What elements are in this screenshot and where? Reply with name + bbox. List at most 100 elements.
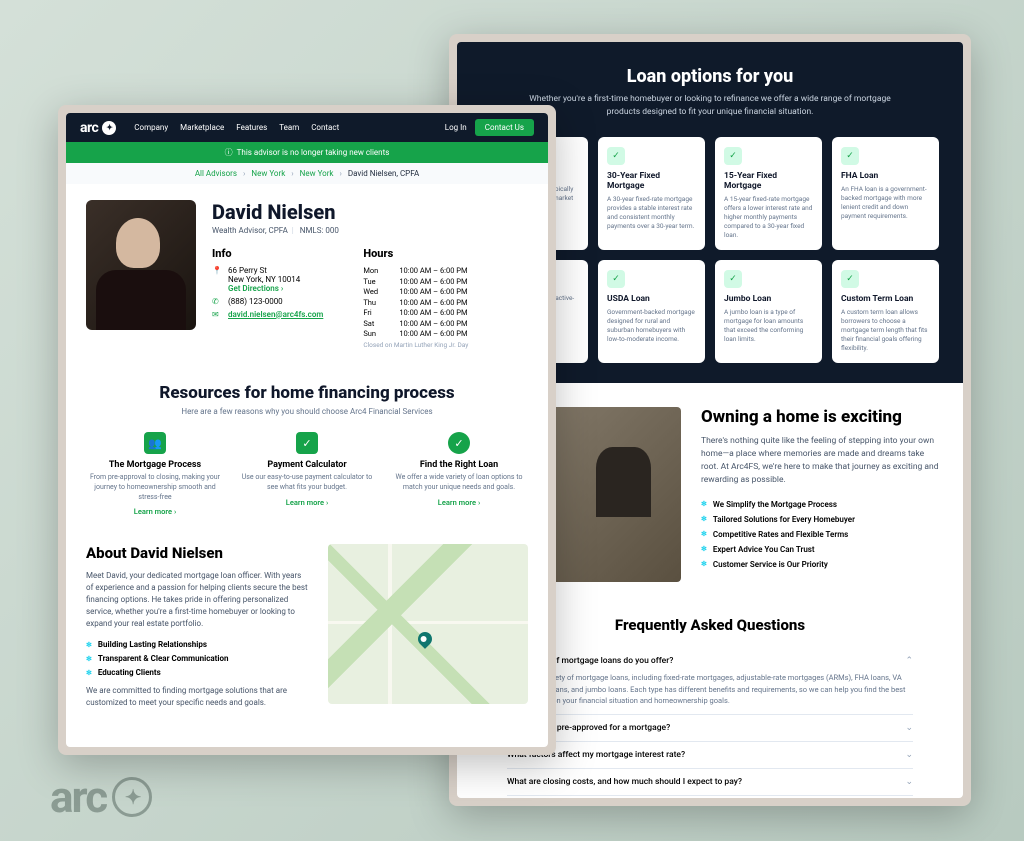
loan-card[interactable]: ✓ USDA Loan Government-backed mortgage d… [598, 260, 705, 363]
closed-note: Closed on Martin Luther King Jr. Day [363, 341, 468, 349]
nav-link[interactable]: Team [279, 123, 299, 132]
about-bullet: Transparent & Clear Communication [86, 654, 310, 663]
owning-bullet: We Simplify the Mortgage Process [701, 500, 939, 509]
loan-card-desc: A custom term loan allows borrowers to c… [841, 308, 930, 353]
resource-card-desc: From pre-approval to closing, making you… [86, 473, 224, 502]
owning-bullet: Competitive Rates and Flexible Terms [701, 530, 939, 539]
about-bullet: Building Lasting Relationships [86, 640, 310, 649]
breadcrumb-item[interactable]: New York [251, 169, 285, 178]
advisor-subtitle: Wealth Advisor, CPFA| NMLS: 000 [212, 226, 468, 235]
breadcrumb: All Advisors › New York › New York › David Nie… [66, 163, 548, 184]
faq-item[interactable]: What types of mortgage loans do you offe… [507, 648, 913, 715]
breadcrumb-item[interactable]: New York [300, 169, 334, 178]
chevron-right-icon: › [243, 169, 245, 178]
loan-card[interactable]: ✓ Jumbo Loan A jumbo loan is a type of m… [715, 260, 822, 363]
loans-title: Loan options for you [481, 66, 939, 87]
learn-more-link[interactable]: Learn more › [86, 507, 224, 516]
faq-item[interactable]: How do I get pre-approved for a mortgage… [507, 715, 913, 742]
check-icon: ✓ [607, 270, 625, 288]
hours-row: Tue10:00 AM – 6:00 PM [363, 277, 468, 286]
resources-subtitle: Here are a few reasons why you should ch… [86, 407, 528, 416]
check-icon: ✓ [841, 147, 859, 165]
info-icon: ⓘ [225, 147, 233, 158]
chevron-down-icon: ⌄ [905, 750, 913, 760]
loan-card-title: 15-Year Fixed Mortgage [724, 171, 813, 191]
location-map[interactable] [328, 544, 528, 704]
chevron-up-icon: ⌃ [905, 656, 913, 666]
loan-card[interactable]: ✓ 15-Year Fixed Mortgage A 15-year fixed… [715, 137, 822, 250]
email-link[interactable]: david.nielsen@arc4fs.com [228, 310, 323, 319]
notice-banner: ⓘ This advisor is no longer taking new c… [66, 142, 548, 163]
hours-heading: Hours [363, 247, 468, 260]
pin-icon: 📍 [212, 266, 222, 275]
owning-bullet: Customer Service is Our Priority [701, 560, 939, 569]
loan-card[interactable]: ✓ Custom Term Loan A custom term loan al… [832, 260, 939, 363]
resource-card-title: The Mortgage Process [86, 460, 224, 470]
hours-row: Sun10:00 AM – 6:00 PM [363, 329, 468, 338]
faq-title: Frequently Asked Questions [507, 616, 913, 634]
resource-icon: ✓ [448, 432, 470, 454]
nav-link[interactable]: Company [134, 123, 168, 132]
check-icon: ✓ [841, 270, 859, 288]
learn-more-link[interactable]: Learn more › [238, 498, 376, 507]
loan-card-title: Custom Term Loan [841, 294, 930, 304]
owning-body: There's nothing quite like the feeling o… [701, 435, 939, 486]
faq-item[interactable]: What factors affect my mortgage interest… [507, 742, 913, 769]
about-body: Meet David, your dedicated mortgage loan… [86, 570, 310, 630]
nav-link[interactable]: Marketplace [180, 123, 224, 132]
about-title: About David Nielsen [86, 544, 310, 562]
contact-us-button[interactable]: Contact Us [475, 119, 534, 136]
loan-card-title: 30-Year Fixed Mortgage [607, 171, 696, 191]
chevron-right-icon: › [339, 169, 341, 178]
resource-card-desc: We offer a wide variety of loan options … [390, 473, 528, 493]
advisor-name: David Nielsen [212, 200, 468, 224]
about-bullet: Educating Clients [86, 668, 310, 677]
check-icon: ✓ [607, 147, 625, 165]
resource-card-title: Find the Right Loan [390, 460, 528, 470]
check-icon: ✓ [724, 147, 742, 165]
loan-card-desc: A 30-year fixed-rate mortgage provides a… [607, 195, 696, 231]
loan-card-desc: A 15-year fixed-rate mortgage offers a l… [724, 195, 813, 240]
resource-card: 👥 The Mortgage Process From pre-approval… [86, 432, 224, 516]
nav-link[interactable]: Contact [311, 123, 339, 132]
resource-icon: 👥 [144, 432, 166, 454]
hours-row: Sat10:00 AM – 6:00 PM [363, 319, 468, 328]
faq-question: What are closing costs, and how much sho… [507, 777, 742, 787]
loan-card-title: Jumbo Loan [724, 294, 813, 304]
resource-card: ✓ Payment Calculator Use our easy-to-use… [238, 432, 376, 516]
breadcrumb-item[interactable]: All Advisors [195, 169, 237, 178]
learn-more-link[interactable]: Learn more › [390, 498, 528, 507]
address-line2: New York, NY 10014 [228, 275, 300, 284]
hours-row: Wed10:00 AM – 6:00 PM [363, 287, 468, 296]
top-nav: arc✦ Company Marketplace Features Team Conta… [66, 113, 548, 142]
loan-card[interactable]: ✓ FHA Loan An FHA loan is a government-b… [832, 137, 939, 250]
loan-card-desc: An FHA loan is a government-backed mortg… [841, 185, 930, 221]
address-line1: 66 Perry St [228, 266, 300, 275]
phone-number[interactable]: (888) 123-0000 [228, 297, 283, 306]
chevron-right-icon: › [291, 169, 293, 178]
faq-item[interactable]: What are closing costs, and how much sho… [507, 769, 913, 796]
login-link[interactable]: Log In [445, 123, 467, 132]
get-directions-link[interactable]: Get Directions › [228, 284, 300, 293]
chevron-down-icon: ⌄ [905, 723, 913, 733]
map-pin-icon [415, 629, 435, 649]
resources-title: Resources for home financing process [86, 383, 528, 403]
loan-card-title: FHA Loan [841, 171, 930, 181]
loans-subtitle: Whether you're a first-time homebuyer or… [520, 93, 900, 119]
loan-card-desc: Government-backed mortgage designed for … [607, 308, 696, 344]
chevron-down-icon: ⌄ [905, 777, 913, 787]
loan-card[interactable]: ✓ 30-Year Fixed Mortgage A 30-year fixed… [598, 137, 705, 250]
nav-link[interactable]: Features [236, 123, 267, 132]
nav-links: Company Marketplace Features Team Contact [134, 123, 339, 132]
logo[interactable]: arc✦ [80, 120, 116, 136]
faq-answer: We offer a variety of mortgage loans, in… [507, 672, 913, 706]
hours-row: Thu10:00 AM – 6:00 PM [363, 298, 468, 307]
resource-card-desc: Use our easy-to-use payment calculator t… [238, 473, 376, 493]
owning-bullet: Expert Advice You Can Trust [701, 545, 939, 554]
resource-icon: ✓ [296, 432, 318, 454]
loan-card-desc: A jumbo loan is a type of mortgage for l… [724, 308, 813, 344]
about-tail: We are committed to finding mortgage sol… [86, 685, 310, 709]
breadcrumb-item: David Nielsen, CPFA [348, 169, 419, 178]
advisor-photo [86, 200, 196, 330]
owning-title: Owning a home is exciting [701, 407, 939, 427]
